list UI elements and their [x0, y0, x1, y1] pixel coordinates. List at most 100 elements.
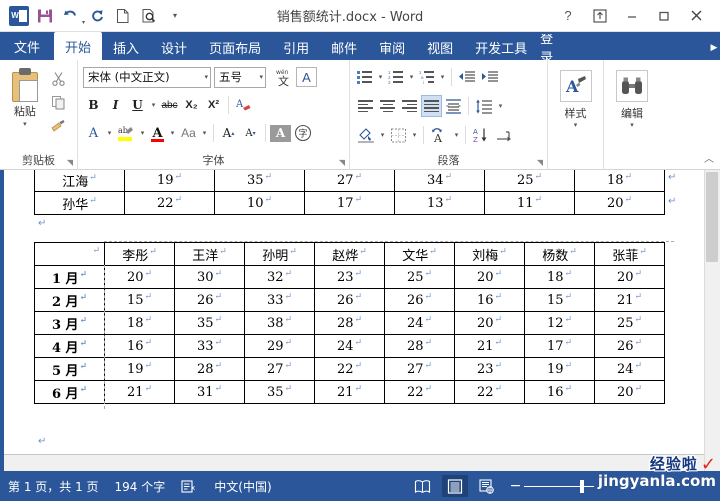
numbering-caret-icon[interactable]: ▾ — [407, 66, 416, 88]
tab-developer[interactable]: 开发工具 — [464, 34, 538, 60]
table-row[interactable]: 1 月↵ 20↵ 30↵ 32↵ 23↵ 25↵ 20↵ 18↵ 20↵ — [34, 265, 665, 289]
paste-dropdown-caret-icon[interactable]: ▾ — [23, 120, 27, 128]
customize-qat-icon[interactable]: ▾ — [162, 3, 188, 29]
asian-layout-caret-icon[interactable]: ▾ — [452, 124, 461, 146]
strikethrough-button[interactable]: abc — [159, 94, 180, 116]
borders-caret-icon[interactable]: ▾ — [410, 124, 419, 146]
change-case-caret-icon[interactable]: ▾ — [200, 122, 209, 144]
zoom-slider-thumb[interactable] — [580, 479, 585, 493]
print-layout-icon[interactable] — [441, 475, 468, 497]
bold-button[interactable]: B — [83, 94, 104, 116]
zoom-slider[interactable] — [524, 479, 595, 493]
tab-view[interactable]: 视图 — [416, 34, 464, 60]
editing-caret-icon[interactable]: ▾ — [630, 121, 634, 129]
font-dialog-launcher-icon[interactable]: ◥ — [339, 158, 345, 167]
font-name-combobox[interactable]: 宋体 (中文正文) ▾ — [83, 66, 211, 88]
clipboard-dialog-launcher-icon[interactable]: ◥ — [67, 158, 73, 167]
shrink-font-button[interactable]: A ▾ — [240, 122, 261, 144]
paragraph-dialog-launcher-icon[interactable]: ◥ — [537, 158, 543, 167]
redo-icon[interactable] — [84, 3, 110, 29]
main-table[interactable]: ↵ 李彤↵ 王洋↵ 孙明↵ 赵烨↵ 文华↵ 刘梅↵ 杨数↵ 张菲↵ 1 月↵ 2… — [34, 242, 665, 404]
tab-review[interactable]: 审阅 — [368, 34, 416, 60]
table-row[interactable]: 5 月↵ 19↵ 28↵ 27↵ 22↵ 27↵ 23↵ 19↵ 24↵ — [34, 357, 665, 381]
table-row[interactable]: 江海↵ 19↵ 35↵ 27↵ 34↵ 25↵ 18↵ — [34, 170, 665, 192]
bullets-icon[interactable] — [355, 66, 375, 88]
underline-button[interactable]: U — [127, 94, 148, 116]
vertical-scrollbar[interactable] — [704, 170, 720, 471]
borders-icon[interactable] — [388, 124, 409, 146]
table-row[interactable]: 孙华↵ 22↵ 10↵ 17↵ 13↵ 11↵ 20↵ — [34, 191, 665, 215]
highlight-color-icon[interactable]: ab — [115, 122, 137, 144]
styles-caret-icon[interactable]: ▾ — [574, 121, 578, 129]
italic-button[interactable]: I — [105, 94, 126, 116]
shading-caret-icon[interactable]: ▾ — [378, 124, 387, 146]
highlight-caret-icon[interactable]: ▾ — [138, 122, 147, 144]
sort-icon[interactable]: AZ — [470, 124, 492, 146]
collapse-ribbon-icon[interactable]: ︿ — [704, 150, 714, 165]
clear-formatting-icon[interactable]: A — [233, 94, 254, 116]
tab-sign-in[interactable]: 登录 — [538, 34, 566, 60]
shading-icon[interactable] — [355, 124, 377, 146]
text-effects-icon[interactable]: A — [83, 122, 104, 144]
font-size-caret-icon[interactable]: ▾ — [257, 73, 263, 81]
tab-page-layout[interactable]: 页面布局 — [198, 34, 272, 60]
table-row[interactable]: 4 月↵ 16↵ 33↵ 29↵ 24↵ 28↵ 21↵ 17↵ 26↵ — [34, 334, 665, 358]
underline-caret-icon[interactable]: ▾ — [149, 94, 158, 116]
line-spacing-icon[interactable] — [473, 95, 495, 117]
align-left-icon[interactable] — [355, 95, 376, 117]
web-layout-icon[interactable] — [474, 475, 500, 497]
tab-home[interactable]: 开始 — [54, 32, 103, 60]
superscript-button[interactable]: X² — [203, 94, 224, 116]
proofing-status-icon[interactable]: x — [173, 479, 206, 494]
tab-design[interactable]: 设计 — [150, 34, 198, 60]
document-page[interactable]: 江海↵ 19↵ 35↵ 27↵ 34↵ 25↵ 18↵ 孙华↵ 22↵ 10↵ … — [4, 170, 704, 454]
copy-icon[interactable] — [49, 94, 67, 111]
font-color-caret-icon[interactable]: ▾ — [168, 122, 177, 144]
text-effects-caret-icon[interactable]: ▾ — [105, 122, 114, 144]
paste-button[interactable]: 粘贴 ▾ — [5, 64, 45, 150]
tab-references[interactable]: 引用 — [272, 34, 320, 60]
zoom-control[interactable]: − + — [510, 478, 609, 494]
page-indicator[interactable]: 第 1 页，共 1 页 — [0, 478, 107, 495]
zoom-out-button[interactable]: − — [510, 478, 522, 494]
tab-file[interactable]: 文件 — [0, 32, 55, 60]
align-center-icon[interactable] — [377, 95, 398, 117]
font-color-icon[interactable]: A — [148, 122, 167, 144]
distributed-align-icon[interactable] — [443, 95, 464, 117]
character-border-icon[interactable]: 字 — [292, 122, 314, 144]
asian-layout-icon[interactable]: A — [428, 124, 451, 146]
word-count-indicator[interactable]: 194 个字 — [107, 478, 174, 495]
multilevel-caret-icon[interactable]: ▾ — [438, 66, 447, 88]
show-formatting-marks-icon[interactable] — [493, 124, 515, 146]
minimize-button[interactable] — [616, 3, 648, 29]
read-mode-icon[interactable] — [410, 475, 436, 497]
editing-button[interactable]: 编辑 ▾ — [609, 64, 655, 129]
close-button[interactable] — [680, 3, 712, 29]
character-shading-icon[interactable]: A — [270, 124, 291, 142]
increase-indent-icon[interactable] — [479, 66, 501, 88]
help-button[interactable]: ? — [552, 3, 584, 29]
font-name-caret-icon[interactable]: ▾ — [202, 73, 208, 81]
line-spacing-caret-icon[interactable]: ▾ — [496, 95, 505, 117]
cut-icon[interactable] — [49, 70, 67, 87]
change-case-button[interactable]: Aa — [178, 122, 199, 144]
print-preview-icon[interactable] — [136, 3, 162, 29]
grow-font-button[interactable]: A ▴ — [218, 122, 239, 144]
table-row[interactable]: 6 月↵ 21↵ 31↵ 35↵ 21↵ 22↵ 22↵ 16↵ 20↵ — [34, 380, 665, 404]
table-header-row[interactable]: ↵ 李彤↵ 王洋↵ 孙明↵ 赵烨↵ 文华↵ 刘梅↵ 杨数↵ 张菲↵ — [34, 242, 665, 266]
save-icon[interactable] — [32, 3, 58, 29]
multilevel-list-icon[interactable]: 1 a i — [417, 66, 437, 88]
tab-overflow-arrow-icon[interactable]: ▶ — [708, 34, 720, 60]
font-size-combobox[interactable]: 五号 ▾ — [214, 66, 266, 88]
table-row[interactable]: 3 月↵ 18↵ 35↵ 38↵ 28↵ 24↵ 20↵ 12↵ 25↵ — [34, 311, 665, 335]
scrollbar-thumb[interactable] — [706, 172, 718, 262]
numbering-icon[interactable]: 1 2 3 — [386, 66, 406, 88]
language-indicator[interactable]: 中文(中国) — [206, 478, 279, 495]
ribbon-display-options-icon[interactable] — [584, 3, 616, 29]
bullets-caret-icon[interactable]: ▾ — [376, 66, 385, 88]
maximize-button[interactable] — [648, 3, 680, 29]
phonetic-guide-icon[interactable]: wén 文 — [271, 66, 293, 88]
document-area[interactable]: 江海↵ 19↵ 35↵ 27↵ 34↵ 25↵ 18↵ 孙华↵ 22↵ 10↵ … — [0, 170, 720, 471]
undo-icon[interactable]: ▾ — [58, 3, 85, 29]
format-painter-icon[interactable] — [49, 118, 67, 135]
